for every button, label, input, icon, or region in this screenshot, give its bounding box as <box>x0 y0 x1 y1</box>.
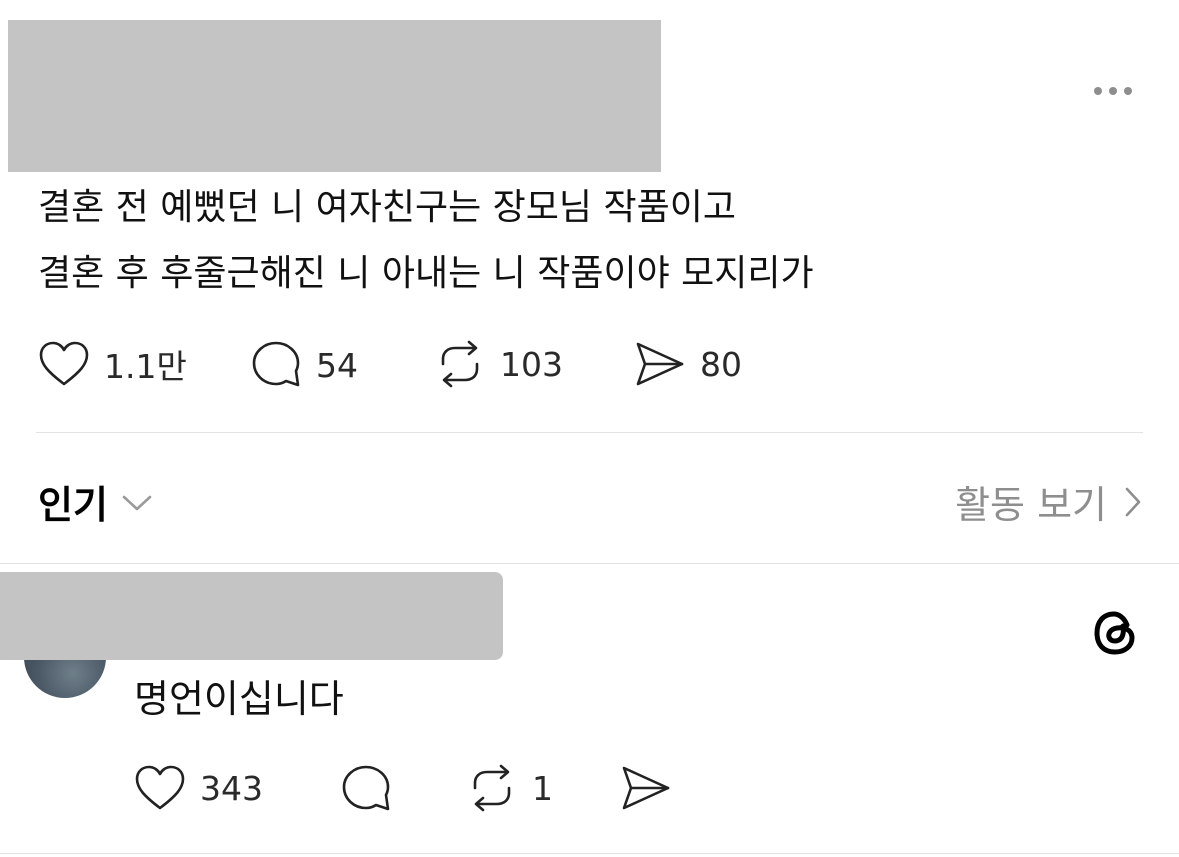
repost-button[interactable]: 103 <box>434 340 563 388</box>
send-icon <box>636 342 684 386</box>
reply-share-button[interactable] <box>620 764 672 812</box>
heart-icon <box>135 765 185 810</box>
like-count: 1.1만 <box>104 347 187 386</box>
comment-icon <box>342 765 390 811</box>
reply-text: 명언이십니다 <box>134 677 344 721</box>
comment-icon <box>252 341 300 387</box>
reply-repost-count: 1 <box>532 768 553 808</box>
repost-icon <box>441 340 479 388</box>
send-icon <box>622 766 670 810</box>
repost-icon <box>473 764 511 812</box>
redacted-reply-author <box>0 572 503 660</box>
reply-reply-button[interactable] <box>340 764 392 814</box>
more-horizontal-icon <box>1094 87 1102 95</box>
repost-count: 103 <box>500 344 563 384</box>
reply-like-count: 343 <box>200 768 263 808</box>
post-text-line-2: 결혼 후 후줄근해진 니 아내는 니 작품이야 모지리가 <box>38 253 814 294</box>
view-activity-link[interactable]: 활동 보기 <box>955 474 1143 529</box>
sort-dropdown[interactable]: 인기 <box>38 474 154 529</box>
like-button[interactable]: 1.1만 <box>38 340 187 388</box>
chevron-right-icon <box>1125 487 1141 516</box>
redacted-author-header <box>8 20 661 172</box>
threads-logo-icon <box>1092 610 1138 656</box>
view-activity-label: 활동 보기 <box>955 483 1107 527</box>
reply-button[interactable]: 54 <box>250 340 358 390</box>
bottom-divider <box>0 853 1179 854</box>
heart-icon <box>39 341 89 386</box>
reply-like-button[interactable]: 343 <box>134 764 263 812</box>
reply-count: 54 <box>316 345 358 385</box>
section-divider <box>36 432 1143 433</box>
chevron-down-icon <box>122 495 152 510</box>
sort-label: 인기 <box>38 483 108 527</box>
more-options-button[interactable] <box>1094 80 1132 99</box>
post-text-line-1: 결혼 전 예뻤던 니 여자친구는 장모님 작품이고 <box>38 187 736 228</box>
share-button[interactable]: 80 <box>634 340 742 388</box>
share-count: 80 <box>700 344 742 384</box>
reply-repost-button[interactable]: 1 <box>466 764 553 812</box>
reply-section-divider <box>0 563 1179 564</box>
